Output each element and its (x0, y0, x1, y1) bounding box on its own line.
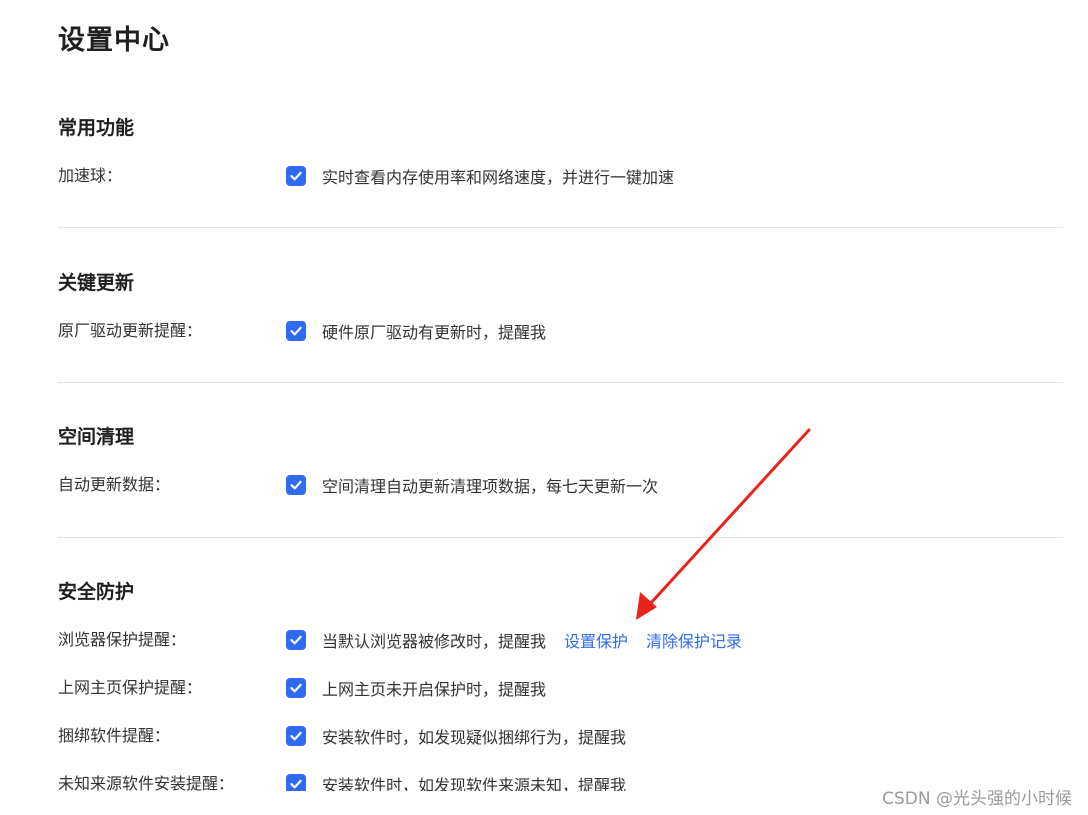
setting-control: 当默认浏览器被修改时，提醒我 设置保护 清除保护记录 (286, 616, 742, 664)
setting-description: 实时查看内存使用率和网络速度，并进行一键加速 (322, 168, 675, 187)
bundled-software-checkbox[interactable] (286, 726, 306, 746)
checkmark-icon (290, 635, 302, 645)
setting-description: 空间清理自动更新清理项数据，每七天更新一次 (322, 477, 659, 496)
section-divider (58, 227, 1063, 228)
checkmark-icon (290, 326, 302, 336)
auto-update-data-checkbox[interactable] (286, 475, 306, 495)
section-key-updates: 关键更新 原厂驱动更新提醒： 硬件原厂驱动有更新时，提醒我 (58, 269, 1063, 355)
setting-row-browser-protection: 浏览器保护提醒： 当默认浏览器被修改时，提醒我 设置保护 清除保护记录 (58, 616, 1063, 664)
setting-label: 加速球： (58, 166, 123, 185)
section-title: 常用功能 (58, 117, 135, 139)
driver-update-checkbox[interactable] (286, 321, 306, 341)
section-title: 关键更新 (58, 272, 135, 294)
setting-description: 安装软件时，如发现疑似捆绑行为，提醒我 (322, 728, 627, 747)
setting-description: 硬件原厂驱动有更新时，提醒我 (322, 323, 547, 342)
setting-row-driver-update: 原厂驱动更新提醒： 硬件原厂驱动有更新时，提醒我 (58, 307, 1063, 355)
setting-row-homepage-protection: 上网主页保护提醒： 上网主页未开启保护时，提醒我 (58, 664, 1063, 712)
setting-label: 自动更新数据： (58, 475, 171, 494)
setting-label: 原厂驱动更新提醒： (58, 321, 203, 340)
setting-row-auto-update-data: 自动更新数据： 空间清理自动更新清理项数据，每七天更新一次 (58, 461, 1063, 509)
setting-row-accelerator-ball: 加速球： 实时查看内存使用率和网络速度，并进行一键加速 (58, 152, 1063, 200)
setting-row-bundled-software: 捆绑软件提醒： 安装软件时，如发现疑似捆绑行为，提醒我 (58, 712, 1063, 760)
set-protection-link[interactable]: 设置保护 (564, 628, 628, 652)
section-divider (58, 537, 1063, 538)
checkmark-icon (290, 171, 302, 181)
accelerator-ball-checkbox[interactable] (286, 166, 306, 186)
settings-page: 设置中心 常用功能 加速球： 实时查看内存使用率和网络速度，并进行一键加速 关键… (0, 0, 1088, 815)
setting-label: 捆绑软件提醒： (58, 726, 171, 745)
section-divider (58, 382, 1063, 383)
watermark: CSDN @光头强的小时候 (882, 789, 1072, 809)
setting-control: 空间清理自动更新清理项数据，每七天更新一次 (286, 461, 658, 509)
homepage-protection-checkbox[interactable] (286, 678, 306, 698)
setting-control: 上网主页未开启保护时，提醒我 (286, 664, 546, 712)
setting-description: 上网主页未开启保护时，提醒我 (322, 680, 547, 699)
clear-protection-records-link[interactable]: 清除保护记录 (646, 628, 742, 652)
checkmark-icon (290, 779, 302, 789)
setting-description: 当默认浏览器被修改时，提醒我 (322, 632, 547, 651)
section-security-protection: 安全防护 浏览器保护提醒： 当默认浏览器被修改时，提醒我 设置保护 清除保护记录… (58, 578, 1063, 808)
page-title: 设置中心 (58, 25, 170, 56)
setting-label: 浏览器保护提醒： (58, 630, 187, 649)
browser-protection-checkbox[interactable] (286, 630, 306, 650)
checkmark-icon (290, 731, 302, 741)
section-title: 空间清理 (58, 426, 135, 448)
section-common-features: 常用功能 加速球： 实时查看内存使用率和网络速度，并进行一键加速 (58, 114, 1063, 200)
crop-edge (0, 791, 850, 815)
checkmark-icon (290, 683, 302, 693)
setting-control: 硬件原厂驱动有更新时，提醒我 (286, 307, 546, 355)
section-space-cleanup: 空间清理 自动更新数据： 空间清理自动更新清理项数据，每七天更新一次 (58, 423, 1063, 509)
setting-control: 安装软件时，如发现疑似捆绑行为，提醒我 (286, 712, 626, 760)
section-title: 安全防护 (58, 581, 135, 603)
setting-control: 实时查看内存使用率和网络速度，并进行一键加速 (286, 152, 674, 200)
checkmark-icon (290, 480, 302, 490)
setting-label: 上网主页保护提醒： (58, 678, 203, 697)
